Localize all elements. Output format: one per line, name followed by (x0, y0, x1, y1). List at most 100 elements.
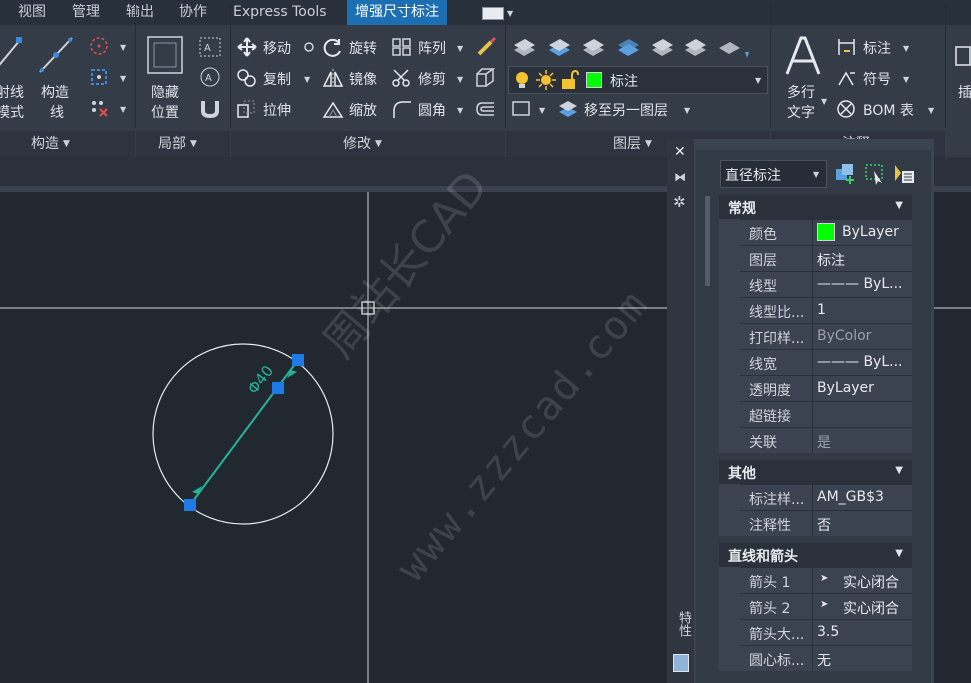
point-grid-caret-icon[interactable]: ▼ (120, 74, 126, 83)
multiline-text-icon[interactable] (784, 34, 822, 78)
property-row[interactable]: 注释性 否 (740, 510, 912, 536)
point-grid-icon[interactable] (89, 67, 109, 87)
quick-select-icon[interactable] (893, 163, 915, 185)
hide-position-icon[interactable] (145, 34, 185, 76)
group-modify-title[interactable]: 修改 ▼ (343, 133, 382, 153)
property-row[interactable]: 箭头 1 ➤ 实心闭合 (740, 567, 912, 593)
toggle-pickadd-icon[interactable] (835, 163, 857, 185)
bom-table-label[interactable]: BOM 表 (863, 100, 914, 120)
copy-caret-icon[interactable]: ▼ (304, 75, 310, 84)
rotate-icon[interactable] (322, 37, 344, 57)
property-row[interactable]: 标注样... AM_GB$3 (740, 484, 912, 510)
trim-caret-icon[interactable]: ▼ (457, 75, 463, 84)
symbol-icon[interactable] (836, 68, 858, 88)
rotate-small-icon[interactable] (303, 41, 315, 53)
collapse-chevron-icon[interactable]: ▼ (895, 548, 903, 559)
fillet-icon[interactable] (391, 99, 413, 119)
insert-icon[interactable] (955, 45, 971, 67)
property-row[interactable]: 透明度 ByLayer (740, 375, 912, 401)
scale-label[interactable]: 缩放 (349, 100, 377, 120)
3d-box-icon[interactable] (474, 67, 496, 89)
layer-unlock-icon[interactable] (561, 70, 579, 90)
property-row[interactable]: 箭头大... 3.5 (740, 619, 912, 645)
circle-point-caret-icon[interactable]: ▼ (120, 43, 126, 52)
ray-icon[interactable] (0, 36, 24, 72)
scale-icon[interactable] (322, 99, 344, 119)
trim-label[interactable]: 修剪 (418, 69, 446, 89)
select-objects-icon[interactable] (864, 163, 886, 185)
grip-text[interactable] (272, 382, 284, 394)
property-row[interactable]: 线型 ——— ByL... (740, 271, 912, 297)
move-to-layer-caret-icon[interactable]: ▼ (684, 106, 690, 115)
grip-end-2[interactable] (292, 354, 304, 366)
point-erase-caret-icon[interactable]: ▼ (120, 105, 126, 114)
offset-icon[interactable] (474, 99, 496, 119)
bom-table-caret-icon[interactable]: ▼ (928, 106, 934, 115)
object-type-caret-icon[interactable]: ▼ (813, 170, 819, 179)
rotate-label[interactable]: 旋转 (349, 38, 377, 58)
array-icon[interactable] (391, 37, 413, 57)
stretch-label[interactable]: 拉伸 (263, 100, 291, 120)
mirror-label[interactable]: 镜像 (349, 69, 377, 89)
mtext-caret-icon[interactable]: ▼ (821, 97, 827, 106)
property-row[interactable]: 图层 标注 (740, 245, 912, 271)
close-icon[interactable]: ✕ (674, 144, 686, 160)
array-caret-icon[interactable]: ▼ (457, 44, 463, 53)
circle-point-icon[interactable] (89, 36, 109, 56)
ribbon-toggle-icon[interactable] (482, 7, 504, 20)
layer-dropdown-caret-icon[interactable]: ▼ (755, 76, 761, 85)
tab-collaborate[interactable]: 协作 (177, 0, 209, 25)
fillet-caret-icon[interactable]: ▼ (457, 106, 463, 115)
construction-line-icon[interactable] (38, 36, 74, 74)
property-section-header[interactable]: 其他 ▼ (719, 460, 912, 484)
match-properties-icon[interactable] (475, 36, 499, 58)
move-to-layer-label[interactable]: 移至另一图层 (584, 100, 668, 120)
move-to-layer-icon[interactable] (555, 97, 579, 119)
group-layers-title[interactable]: 图层 ▼ (613, 133, 652, 153)
collapse-chevron-icon[interactable]: ▼ (895, 465, 903, 476)
grip-end-1[interactable] (184, 499, 196, 511)
object-type-select[interactable]: 直径标注 ▼ (720, 160, 827, 188)
dimension-caret-icon[interactable]: ▼ (903, 44, 909, 53)
symbol-caret-icon[interactable]: ▼ (903, 75, 909, 84)
text-rotate-icon[interactable]: A (198, 66, 222, 88)
tab-express-tools[interactable]: Express Tools (231, 0, 329, 25)
symbol-label[interactable]: 符号 (863, 69, 891, 89)
copy-icon[interactable] (236, 68, 258, 88)
point-erase-icon[interactable] (89, 98, 109, 118)
layer-dropdown[interactable]: 标注 ▼ (508, 66, 768, 94)
dimension-icon[interactable] (836, 37, 858, 57)
fillet-label[interactable]: 圆角 (418, 100, 446, 120)
tab-view[interactable]: 视图 (16, 0, 48, 25)
move-label[interactable]: 移动 (263, 38, 291, 58)
properties-palette-icon[interactable] (673, 654, 689, 672)
tab-output[interactable]: 输出 (124, 0, 156, 25)
property-row[interactable]: 线型比... 1 (740, 297, 912, 323)
text-scale-icon[interactable]: A (198, 36, 222, 58)
property-row[interactable]: 箭头 2 ➤ 实心闭合 (740, 593, 912, 619)
palette-scrollbar[interactable] (705, 196, 710, 286)
tab-enhanced-dimension[interactable]: 增强尺寸标注 (347, 0, 447, 25)
layer-on-bulb-icon[interactable] (515, 71, 529, 89)
property-row[interactable]: 圆心标... 无 (740, 645, 912, 671)
property-row[interactable]: 超链接 (740, 401, 912, 427)
property-section-header[interactable]: 常规 ▼ (719, 195, 912, 219)
gear-icon[interactable]: ✲ (673, 193, 686, 211)
magnet-icon[interactable] (198, 97, 222, 119)
mirror-icon[interactable] (322, 68, 344, 88)
property-row[interactable]: 关联 是 (740, 427, 912, 453)
group-construct-title[interactable]: 构造 ▼ (31, 133, 70, 153)
bom-table-icon[interactable] (836, 99, 858, 119)
collapse-chevron-icon[interactable]: ▼ (895, 200, 903, 211)
property-row[interactable]: 线宽 ——— ByL... (740, 349, 912, 375)
move-icon[interactable] (236, 37, 258, 57)
array-label[interactable]: 阵列 (418, 38, 446, 58)
stretch-icon[interactable] (236, 99, 258, 119)
layer-tools-row[interactable] (511, 36, 751, 60)
trim-icon[interactable] (391, 68, 413, 88)
property-row[interactable]: 颜色 ByLayer (740, 219, 912, 245)
property-section-header[interactable]: 直线和箭头 ▼ (719, 543, 912, 567)
auto-hide-icon[interactable]: ⧓ (674, 170, 686, 184)
ribbon-toggle-caret-icon[interactable]: ▼ (507, 9, 513, 18)
diameter-dimension-line[interactable] (189, 359, 299, 506)
